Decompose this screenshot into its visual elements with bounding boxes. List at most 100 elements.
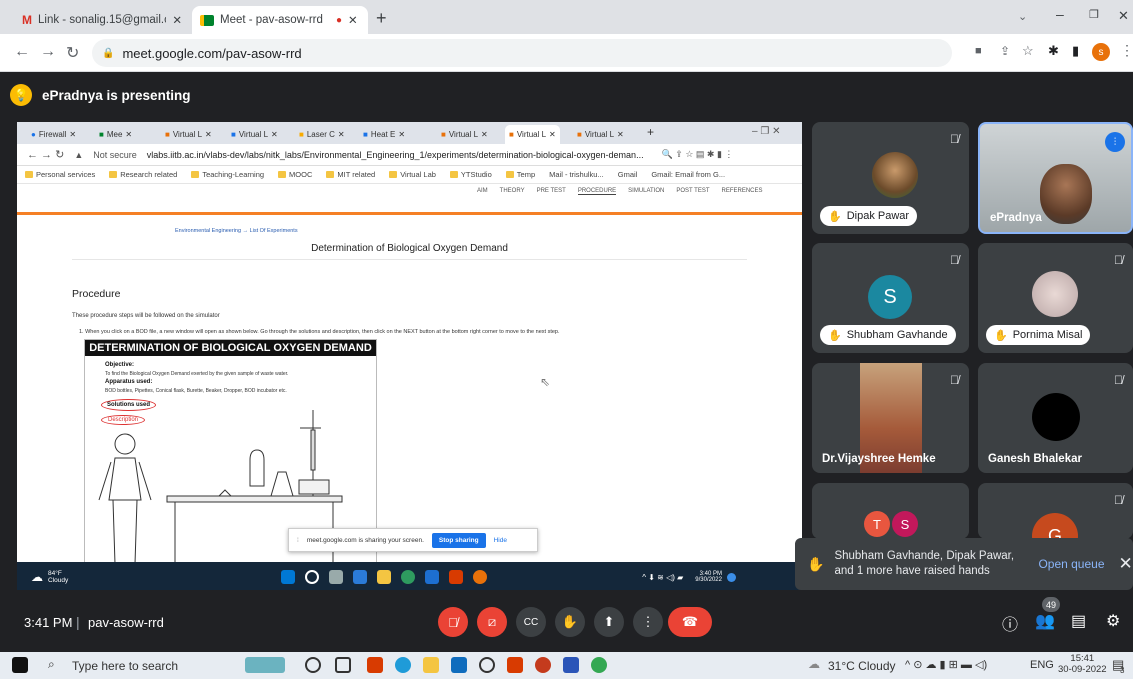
- weather-icon: ☁: [31, 570, 43, 584]
- shared-screen: ● Firewall ✕ ■ Mee ✕ ■ Virtual L ✕ ■ Virtual L ✕…: [17, 122, 802, 590]
- name-pill: ✋ Pornima Misal: [986, 325, 1091, 345]
- profile-avatar[interactable]: s: [1092, 43, 1110, 61]
- separator: |: [76, 614, 80, 630]
- participant-name: Dr.Vijayshree Hemke: [822, 453, 936, 465]
- close-icon[interactable]: ✕: [172, 13, 182, 27]
- search-icon: [305, 570, 320, 584]
- app-icon[interactable]: [535, 657, 551, 673]
- cloud-icon: ☁: [808, 657, 820, 671]
- participant-tile-ganesh[interactable]: 🎙̸ Ganesh Bhalekar: [978, 363, 1133, 473]
- open-queue-button[interactable]: Open queue: [1038, 557, 1104, 571]
- people-icon[interactable]: 👥: [1035, 611, 1055, 631]
- inner-url-text: vlabs.iitb.ac.in/vlabs-dev/labs/nitk_lab…: [146, 149, 644, 160]
- breadcrumb: Environmental Engineering → List Of Expe…: [175, 228, 298, 234]
- more-options-button[interactable]: ⋮: [633, 607, 663, 637]
- bookmarks-bar: Personal services Research related Teach…: [17, 166, 802, 184]
- app-icon[interactable]: [563, 657, 579, 673]
- lock-icon: 🔒: [102, 47, 115, 59]
- mic-off-icon: 🎙̸: [448, 614, 458, 630]
- restore-button[interactable]: ❐: [1089, 8, 1099, 21]
- inner-tab: ■ Laser C ✕: [299, 130, 345, 139]
- browser-tab-strip: M Link - sonalig.15@gmail.com - G ✕ Meet…: [0, 0, 1133, 34]
- star-icon[interactable]: ☆: [1022, 43, 1034, 59]
- participant-tile-vijayshree[interactable]: 🎙̸ Dr.Vijayshree Hemke: [812, 363, 969, 473]
- chrome-icon[interactable]: [591, 657, 607, 673]
- hand-icon: ✋: [561, 614, 579, 629]
- bookmark-folder: Teaching-Learning: [191, 170, 264, 179]
- participant-video: [1040, 164, 1092, 224]
- inner-tab: ■ Mee ✕: [99, 130, 133, 139]
- activities-icon[interactable]: ⚙: [1106, 611, 1120, 631]
- inner-taskbar: ☁ 84°F Cloudy ^ ⬇ ≋ ◁) ▰ 3:40 PM 9/30/20…: [17, 562, 802, 590]
- participant-tile-group[interactable]: T S: [812, 483, 969, 539]
- close-icon: ✕: [617, 130, 624, 139]
- divider: [72, 259, 747, 260]
- tab-gmail[interactable]: M Link - sonalig.15@gmail.com - G ✕: [14, 6, 190, 34]
- bookmark-folder: Personal services: [25, 170, 95, 179]
- raise-hand-button[interactable]: ✋: [555, 607, 585, 637]
- present-button[interactable]: ⬆: [594, 607, 624, 637]
- office-icon[interactable]: [507, 657, 523, 673]
- tab-search-icon[interactable]: ⌄: [1018, 10, 1027, 23]
- cortana-icon[interactable]: [305, 657, 321, 673]
- inner-tab: ■ Virtual L ✕: [231, 130, 278, 139]
- present-icon: ⬆: [603, 614, 615, 629]
- tab-title: Link - sonalig.15@gmail.com - G: [38, 14, 166, 26]
- url-field[interactable]: 🔒 meet.google.com/pav-asow-rrd: [92, 39, 952, 67]
- info-icon[interactable]: ⓘ: [1002, 611, 1018, 635]
- participant-photo: [1032, 271, 1078, 317]
- leave-call-button[interactable]: ☎: [668, 607, 712, 637]
- office-icon[interactable]: [367, 657, 383, 673]
- participant-tile-epradnya[interactable]: ⫶ ePradnya: [978, 122, 1133, 234]
- lab-icon: ■: [363, 130, 368, 139]
- participant-tile-shubham[interactable]: 🎙̸ S ✋ Shubham Gavhande: [812, 243, 969, 353]
- tab-title: Meet - pav-asow-rrd: [220, 14, 323, 26]
- system-tray-icons[interactable]: ^ ⊙ ☁ ▮ ⊞ ▬ ◁): [905, 658, 987, 671]
- taskbar-clock[interactable]: 15:41 30-09-2022: [1058, 653, 1107, 675]
- language-indicator[interactable]: ENG: [1030, 659, 1054, 671]
- forward-icon[interactable]: →: [40, 43, 56, 61]
- inner-tab-strip: ● Firewall ✕ ■ Mee ✕ ■ Virtual L ✕ ■ Virtual L ✕…: [17, 122, 802, 144]
- close-toast-button[interactable]: ✕: [1119, 554, 1133, 574]
- folder-icon[interactable]: [423, 657, 439, 673]
- more-icon: ⋮: [641, 614, 655, 629]
- minimize-button[interactable]: –: [1056, 6, 1064, 22]
- camera-toggle-button[interactable]: ⧄: [477, 607, 507, 637]
- participant-tile-g[interactable]: 🎙̸ G: [978, 483, 1133, 539]
- meet-icon: ■: [99, 130, 104, 139]
- close-icon[interactable]: ✕: [348, 13, 358, 27]
- inner-tab: ■ Virtual L ✕: [577, 130, 624, 139]
- share-icon[interactable]: ⇪: [1000, 44, 1010, 58]
- menu-icon[interactable]: ⋮: [1120, 42, 1133, 59]
- sidepanel-icon[interactable]: ▮: [1072, 43, 1079, 59]
- new-tab-button[interactable]: +: [376, 8, 387, 29]
- extensions-icon[interactable]: ✱: [1048, 43, 1059, 59]
- stop-sharing-button: Stop sharing: [431, 532, 486, 548]
- news-icon[interactable]: [245, 657, 285, 673]
- close-window-button[interactable]: ✕: [1118, 8, 1129, 24]
- inner-address-bar: ← → ↻ ▲ Not secure vlabs.iitb.ac.in/vlab…: [17, 144, 802, 166]
- participant-tile-dipak[interactable]: 🎙̸ ✋ Dipak Pawar: [812, 122, 969, 234]
- mic-off-icon: 🎙̸: [950, 253, 959, 267]
- windows-start-icon[interactable]: [12, 657, 28, 673]
- tab-meet[interactable]: Meet - pav-asow-rrd ● ✕: [192, 6, 368, 34]
- dell-icon[interactable]: [479, 657, 495, 673]
- tray-icons: ^ ⬇ ≋ ◁) ▰: [642, 572, 684, 582]
- bookmark-link: Gmail: [617, 170, 638, 179]
- chat-icon[interactable]: ▤: [1071, 611, 1086, 631]
- firewall-icon: ●: [31, 130, 36, 139]
- inner-clock: 3:40 PM 9/30/2022: [695, 571, 722, 583]
- back-icon[interactable]: ←: [14, 43, 30, 61]
- edge-icon[interactable]: [395, 657, 411, 673]
- mic-off-icon: 🎙̸: [950, 373, 959, 387]
- mail-icon[interactable]: [451, 657, 467, 673]
- taskview-icon[interactable]: [335, 657, 351, 673]
- taskbar-search-box[interactable]: Type here to search: [72, 659, 178, 673]
- participant-tile-pornima[interactable]: 🎙̸ ✋ Pornima Misal: [978, 243, 1133, 353]
- reload-icon[interactable]: ↻: [66, 43, 79, 63]
- drag-handle-icon: ⁞: [297, 536, 299, 544]
- captions-button[interactable]: CC: [516, 607, 546, 637]
- mic-toggle-button[interactable]: 🎙̸: [438, 607, 468, 637]
- page-title: Determination of Biological Oxygen Deman…: [311, 243, 508, 254]
- camera-icon[interactable]: ■: [975, 45, 982, 57]
